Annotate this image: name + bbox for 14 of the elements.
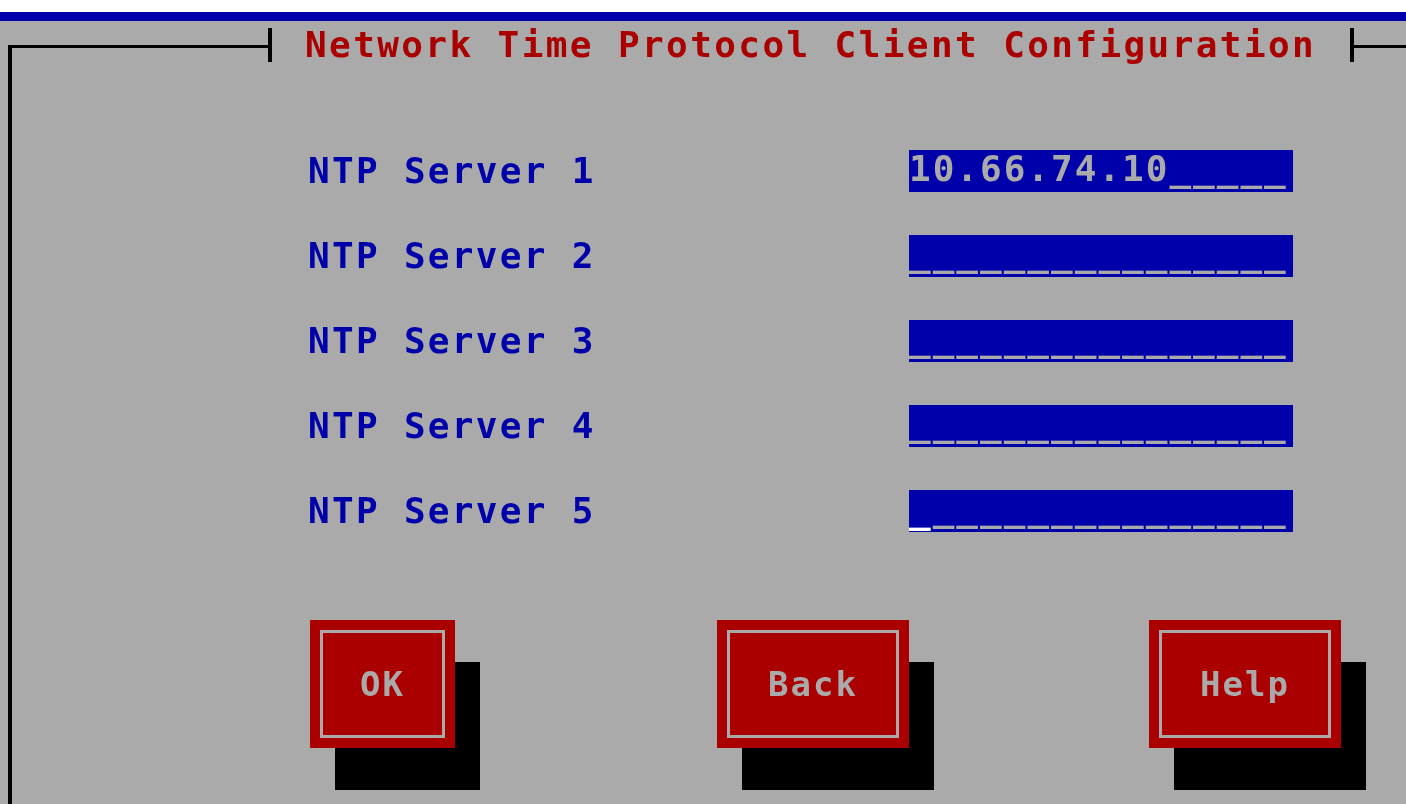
field-label: NTP Server 2 — [308, 234, 597, 277]
input-field[interactable]: 10.66.74.10_____ — [909, 149, 1293, 192]
input-field[interactable]: ________________ — [909, 319, 1293, 362]
dialog-button[interactable]: Help — [1149, 620, 1341, 748]
field-label: NTP Server 1 — [308, 149, 597, 192]
input-field[interactable]: ________________ — [909, 489, 1293, 532]
field-label: NTP Server 3 — [308, 319, 597, 362]
field-label: NTP Server 4 — [308, 404, 597, 447]
input-field[interactable]: ________________ — [909, 234, 1293, 277]
input-field[interactable]: ________________ — [909, 404, 1293, 447]
dialog-button[interactable]: Back — [717, 620, 909, 748]
dialog-button[interactable]: OK — [310, 620, 455, 748]
dialog-title: Network Time Protocol Client Configuration — [304, 28, 1318, 62]
field-label: NTP Server 5 — [308, 489, 597, 532]
